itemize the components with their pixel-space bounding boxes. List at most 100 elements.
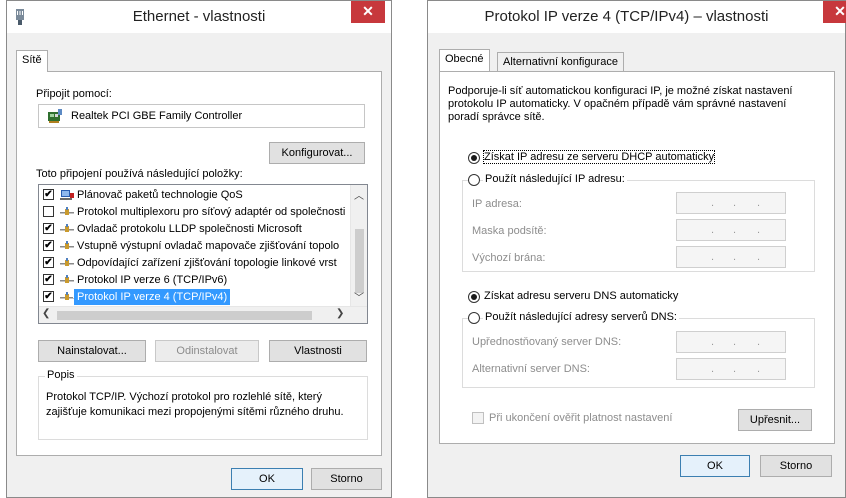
alternate-dns-label: Alternativní server DNS: [472, 363, 590, 375]
ip-address-field[interactable]: . . . [676, 192, 786, 214]
configure-button[interactable]: Konfigurovat... [269, 142, 365, 164]
properties-button-label: Vlastnosti [294, 345, 342, 357]
ok-button[interactable]: OK [231, 468, 303, 490]
ok-button-label: OK [707, 460, 723, 472]
properties-button[interactable]: Vlastnosti [269, 340, 367, 362]
install-button-label: Nainstalovat... [57, 345, 127, 357]
description-line-2: zajišťuje komunikaci mezi propojenými sí… [46, 406, 344, 418]
adapter-name: Realtek PCI GBE Family Controller [71, 110, 243, 122]
item-label: Protokol IP verze 4 (TCP/IPv4) [72, 288, 232, 306]
item-label: Protokol IP verze 6 (TCP/IPv6) [77, 274, 228, 286]
item-checkbox[interactable]: ✔ [43, 240, 54, 251]
network-card-icon [48, 109, 62, 123]
manual-dns-group: Použít následující adresy serverů DNS: U… [462, 311, 815, 388]
description-group-title: Popis [45, 369, 77, 381]
cancel-button-label: Storno [779, 460, 813, 472]
radio-auto-ip-label[interactable]: Získat IP adresu ze serveru DHCP automat… [482, 150, 716, 164]
list-item[interactable]: ✔ Protokol IP verze 4 (TCP/IPv4) [39, 288, 351, 306]
item-checkbox[interactable]: ✔ [43, 257, 54, 268]
cancel-button[interactable]: Storno [760, 455, 832, 477]
description-line-1: Protokol TCP/IP. Výchozí protokol pro ro… [46, 391, 322, 403]
cancel-button[interactable]: Storno [311, 468, 382, 490]
intro-line-3: poradí správce sítě. [448, 111, 545, 123]
tab-networking[interactable]: Sítě [16, 50, 48, 72]
window-title: Ethernet - vlastnosti [132, 8, 266, 25]
uninstall-button-label: Odinstalovat [176, 345, 238, 357]
alternate-dns-field[interactable]: . . . [676, 358, 786, 380]
default-gateway-label: Výchozí brána: [472, 252, 546, 264]
scroll-left-arrow[interactable]: ❮ [42, 308, 50, 319]
ok-button-label: OK [259, 473, 275, 485]
item-checkbox[interactable]: ✔ [43, 223, 54, 234]
intro-line-1: Podporuje-li síť automatickou konfigurac… [448, 85, 793, 97]
item-checkbox[interactable]: ✔ [43, 189, 54, 200]
manual-ip-group: Použít následující IP adresu: IP adresa:… [462, 173, 815, 272]
ipv4-properties-window: Protokol IP verze 4 (TCP/IPv4) – vlastno… [427, 0, 846, 498]
close-button[interactable]: ✕ [823, 1, 846, 23]
network-protocol-icon [60, 224, 74, 232]
scroll-thumb[interactable] [355, 229, 364, 293]
list-item[interactable]: Protokol multiplexoru pro síťový adaptér… [39, 204, 351, 220]
network-protocol-icon [60, 241, 74, 249]
adapter-box: Realtek PCI GBE Family Controller [38, 104, 365, 128]
items-label: Toto připojení používá následující polož… [36, 168, 243, 180]
item-checkbox[interactable]: ✔ [43, 291, 54, 302]
uninstall-button[interactable]: Odinstalovat [155, 340, 259, 362]
radio-auto-dns-label[interactable]: Získat adresu serveru DNS automaticky [484, 290, 678, 302]
radio-manual-dns-label[interactable]: Použít následující adresy serverů DNS: [483, 311, 679, 323]
network-protocol-icon [60, 292, 74, 300]
network-protocol-icon [60, 258, 74, 266]
intro-line-2: protokolu IP automaticky. V opačném příp… [448, 98, 787, 110]
radio-manual-dns[interactable] [468, 312, 480, 324]
advanced-button[interactable]: Upřesnit... [738, 409, 812, 431]
ip-address-label: IP adresa: [472, 198, 522, 210]
radio-dot [471, 155, 477, 161]
qos-icon [60, 190, 74, 200]
list-item[interactable]: ✔ Protokol IP verze 6 (TCP/IPv6) [39, 272, 351, 288]
install-button[interactable]: Nainstalovat... [38, 340, 146, 362]
item-label: Odpovídající zařízení zjišťování topolog… [77, 257, 337, 269]
list-item[interactable]: ✔ Ovladač protokolu LLDP společnosti Micr… [39, 221, 351, 237]
ethernet-properties-window: Ethernet - vlastnosti ✕ Sítě Připojit po… [6, 0, 392, 498]
item-label: Plánovač paketů technologie QoS [77, 189, 243, 201]
radio-dot [471, 294, 477, 300]
advanced-button-label: Upřesnit... [749, 414, 801, 426]
description-group: Popis Protokol TCP/IP. Výchozí protokol … [38, 369, 368, 440]
window-title: Protokol IP verze 4 (TCP/IPv4) – vlastno… [484, 8, 769, 25]
list-item[interactable]: ✔ Vstupně výstupní ovladač mapovače zjišť… [39, 238, 351, 254]
preferred-dns-label: Upřednostňovaný server DNS: [472, 336, 622, 348]
item-label: Vstupně výstupní ovladač mapovače zjišťo… [77, 240, 340, 252]
radio-auto-ip[interactable] [468, 152, 480, 164]
scroll-down-arrow[interactable]: ﹀ [351, 289, 367, 304]
title-bar[interactable]: Protokol IP verze 4 (TCP/IPv4) – vlastno… [428, 1, 846, 33]
configure-button-label: Konfigurovat... [281, 147, 353, 159]
network-protocol-icon [60, 207, 74, 215]
network-protocol-icon [60, 275, 74, 283]
horizontal-scrollbar[interactable]: ❮ ❯ [39, 306, 367, 323]
item-label: Ovladač protokolu LLDP společnosti Micro… [77, 223, 302, 235]
radio-manual-ip[interactable] [468, 174, 480, 186]
radio-auto-dns[interactable] [468, 291, 480, 303]
tab-general[interactable]: Obecné [439, 49, 490, 71]
item-checkbox[interactable] [43, 206, 54, 217]
tab-alternate-configuration[interactable]: Alternativní konfigurace [497, 52, 624, 72]
validate-settings-checkbox[interactable] [472, 412, 484, 424]
ok-button[interactable]: OK [680, 455, 750, 477]
list-item[interactable]: ✔ Odpovídající zařízení zjišťování topolo… [39, 255, 351, 271]
items-listbox[interactable]: ✔ Plánovač paketů technologie QoS Protokol… [38, 184, 368, 324]
preferred-dns-field[interactable]: . . . [676, 331, 786, 353]
list-item[interactable]: ✔ Plánovač paketů technologie QoS [39, 187, 351, 203]
vertical-scrollbar[interactable]: ︿ ﹀ [350, 185, 367, 306]
item-label: Protokol multiplexoru pro síťový adaptér… [77, 206, 346, 218]
default-gateway-field[interactable]: . . . [676, 246, 786, 268]
close-button[interactable]: ✕ [351, 1, 385, 23]
hscroll-thumb[interactable] [57, 311, 312, 320]
title-bar[interactable]: Ethernet - vlastnosti ✕ [7, 1, 391, 33]
radio-manual-ip-label[interactable]: Použít následující IP adresu: [483, 173, 627, 185]
item-checkbox[interactable]: ✔ [43, 274, 54, 285]
subnet-mask-field[interactable]: . . . [676, 219, 786, 241]
scroll-right-arrow[interactable]: ❯ [336, 308, 344, 319]
cancel-button-label: Storno [330, 473, 363, 485]
scroll-up-arrow[interactable]: ︿ [351, 187, 367, 202]
subnet-mask-label: Maska podsítě: [472, 225, 547, 237]
